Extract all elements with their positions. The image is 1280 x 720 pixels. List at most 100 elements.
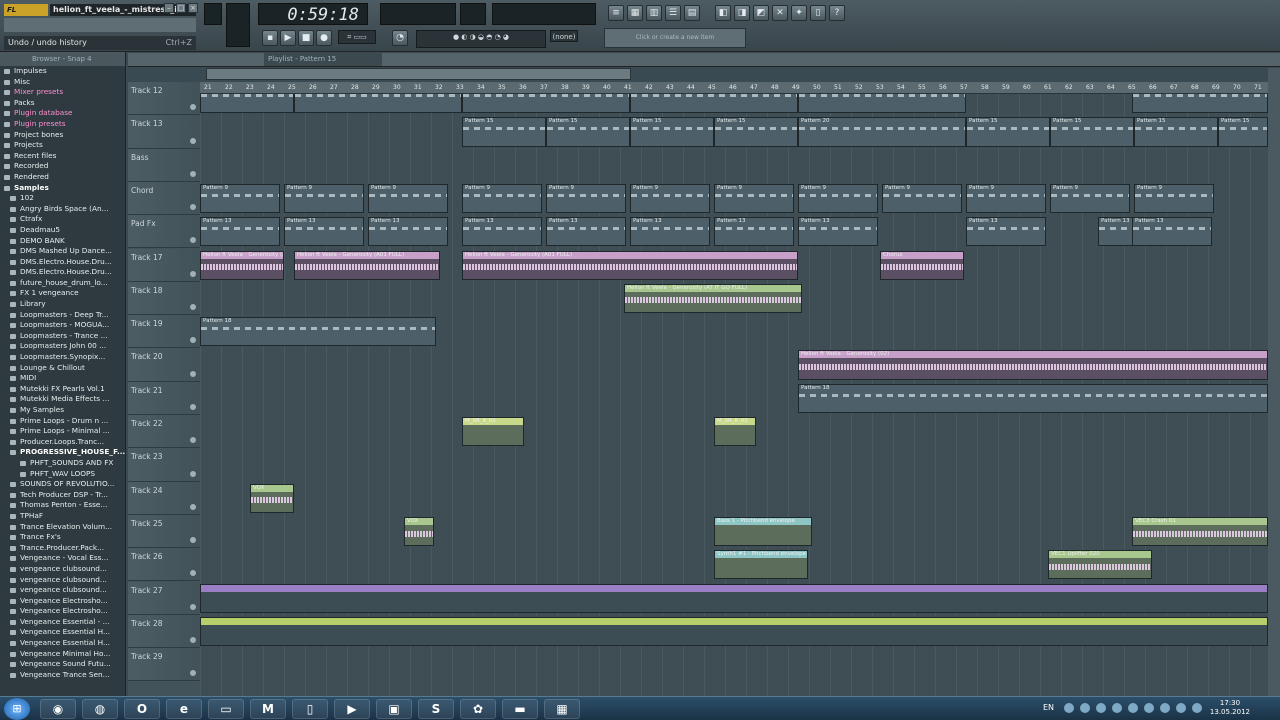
playlist-clip[interactable]: Pattern 13 (966, 217, 1046, 247)
playlist-clip[interactable]: M_SR_8_02 (714, 417, 756, 447)
playlist-grid[interactable]: Pattern 8Pattern 8Pattern 8Pattern 8Patt… (200, 94, 1268, 696)
playlist-clip[interactable]: Pattern 13 (630, 217, 710, 247)
browser-item[interactable]: Ctrafx (0, 214, 125, 225)
browser-item[interactable]: Vengeance Minimal Ho... (0, 649, 125, 660)
track-header[interactable]: Track 20 (128, 348, 200, 382)
track-header[interactable]: Track 29 (128, 648, 200, 682)
playlist-clip[interactable]: Helion ft Veela - Generosity (A01 FULL) (200, 250, 284, 280)
track-header[interactable]: Chord (128, 181, 200, 216)
browser-item[interactable]: Projects (0, 140, 125, 151)
browser-item[interactable]: Recent files (0, 151, 125, 162)
track-led-icon[interactable] (190, 537, 196, 544)
browser-item[interactable]: Vengeance Electrosho... (0, 606, 125, 617)
clock[interactable]: 17:30 13.05.2012 (1210, 699, 1250, 717)
explorer-icon[interactable]: ▭ (208, 699, 244, 719)
pattern-mode-icon[interactable]: ▪ (262, 30, 278, 46)
browser-item[interactable]: Producer.Loops.Tranc... (0, 437, 125, 448)
tray-icon[interactable] (1160, 703, 1170, 713)
playlist-clip[interactable]: Chorus (880, 250, 964, 280)
mixer-icon[interactable]: ▤ (684, 5, 700, 21)
browser-item[interactable]: Vengeance Electrosho... (0, 596, 125, 607)
track-led-icon[interactable] (190, 370, 196, 377)
playlist-clip[interactable]: Pattern 13 (368, 217, 448, 247)
playlist-clip[interactable]: Pattern 8 (630, 94, 798, 114)
browser-item[interactable]: DMS Mashed Up Dance... (0, 246, 125, 257)
playlist-clip[interactable]: Helion ft Veela - Generosity (A01 FULL) (462, 250, 798, 280)
browser-item[interactable]: Recorded (0, 161, 125, 172)
track-header[interactable]: Track 27 (128, 581, 200, 615)
browser-item[interactable]: Vengeance Essential - ... (0, 617, 125, 628)
settings-icon[interactable]: ▯ (810, 5, 826, 21)
playlist-clip[interactable]: Pattern 15 (546, 117, 630, 147)
playlist-clip[interactable]: Pattern 9 (462, 183, 542, 214)
browser-item[interactable]: Mutekki FX Pearls Vol.1 (0, 384, 125, 395)
playlist-icon[interactable]: ≡ (608, 5, 624, 21)
track-header[interactable]: Track 28 (128, 614, 200, 649)
track-led-icon[interactable] (190, 603, 196, 610)
browser-item[interactable]: future_house_drum_lo... (0, 278, 125, 289)
track-led-icon[interactable] (190, 670, 196, 677)
start-button[interactable]: ⊞ (4, 698, 30, 720)
tray-icon[interactable] (1112, 703, 1122, 713)
playlist-clip[interactable]: Pattern 15 (714, 117, 798, 147)
tray-icon[interactable] (1080, 703, 1090, 713)
piano-roll-icon[interactable]: ▥ (646, 5, 662, 21)
step-sequencer-icon[interactable]: ▦ (627, 5, 643, 21)
browser-item[interactable]: TPHaF (0, 511, 125, 522)
playlist-clip[interactable]: Pattern 18 (798, 383, 1268, 413)
playlist-clip[interactable]: Pattern 9 (368, 183, 448, 214)
playlist-clip[interactable]: VOX (404, 516, 434, 547)
playlist-clip[interactable]: Pattern 9 (714, 183, 794, 214)
close-icon[interactable]: × (188, 3, 198, 13)
browser-item[interactable]: 102 (0, 193, 125, 204)
browser-item[interactable]: Loopmasters - Deep Tr... (0, 310, 125, 321)
ie-icon[interactable]: e (166, 699, 202, 719)
snap-selector[interactable]: ⌗ ▭▭ (338, 30, 376, 44)
stop-button[interactable]: ■ (298, 30, 314, 46)
browser-item[interactable]: Vengeance - Vocal Ess... (0, 553, 125, 564)
track-led-icon[interactable] (190, 470, 196, 477)
playlist-clip[interactable]: Pattern 13 (284, 217, 364, 247)
pattern-selector[interactable]: (none) (550, 30, 578, 42)
record-button[interactable]: ● (316, 30, 332, 46)
playlist-clip[interactable]: Pattern 18 (200, 317, 436, 347)
playlist-clip[interactable]: Pattern 13 (1132, 217, 1212, 247)
browser-item[interactable]: Angry Birds Space (An... (0, 204, 125, 215)
chrome-icon[interactable]: ◉ (40, 699, 76, 719)
playlist-clip[interactable]: Pattern 13 (798, 217, 878, 247)
help-icon[interactable]: ? (829, 5, 845, 21)
track-led-icon[interactable] (190, 237, 196, 244)
app-icon[interactable]: ▣ (376, 699, 412, 719)
minimize-icon[interactable]: – (164, 3, 174, 13)
playlist-clip[interactable]: Pattern 13 (546, 217, 626, 247)
track-header[interactable]: Track 13 (128, 115, 200, 149)
playlist-clip[interactable]: Pattern 15 (1050, 117, 1134, 147)
tray-icon[interactable] (1128, 703, 1138, 713)
playlist-clip[interactable]: Pattern 9 (798, 183, 878, 214)
browser-item[interactable]: Mutekki Media Effects ... (0, 394, 125, 405)
maxthon-icon[interactable]: M (250, 699, 286, 719)
playlist-clip[interactable]: Pattern 9 (630, 183, 710, 214)
browser-item[interactable]: DMS.Electro.House.Dru... (0, 257, 125, 268)
browser-item[interactable]: Prime Loops - Minimal ... (0, 426, 125, 437)
playlist-clip[interactable]: Pattern 13 (462, 217, 542, 247)
export-icon[interactable]: ◩ (753, 5, 769, 21)
browser-item[interactable]: Loopmasters John 00 ... (0, 341, 125, 352)
view-icon[interactable]: ◧ (715, 5, 731, 21)
browser-item[interactable]: Plugin database (0, 108, 125, 119)
metronome-icon[interactable]: ◔ (392, 30, 408, 46)
playlist-clip[interactable]: Helion ft Veela - Generosity (AT IT GO F… (624, 283, 802, 314)
playlist-clip[interactable]: Pattern 8 (1132, 94, 1268, 114)
track-header[interactable]: Track 25 (128, 514, 200, 549)
track-header[interactable]: Track 17 (128, 248, 200, 282)
track-header[interactable]: Track 23 (128, 448, 200, 482)
vertical-scrollbar[interactable] (1268, 68, 1280, 696)
browser-item[interactable]: Vengeance Essential H... (0, 638, 125, 649)
playlist-clip[interactable]: Pattern 15 (630, 117, 714, 147)
playlist-clip[interactable]: Pattern 8 (462, 94, 630, 114)
play-button[interactable]: ▶ (280, 30, 296, 46)
playlist-clip[interactable]: Pattern 9 (1134, 183, 1214, 214)
browser-item[interactable]: Deadmau5 (0, 225, 125, 236)
playlist-clip[interactable]: Pattern 8 (294, 94, 462, 114)
browser-item[interactable]: Lounge & Chillout (0, 363, 125, 374)
